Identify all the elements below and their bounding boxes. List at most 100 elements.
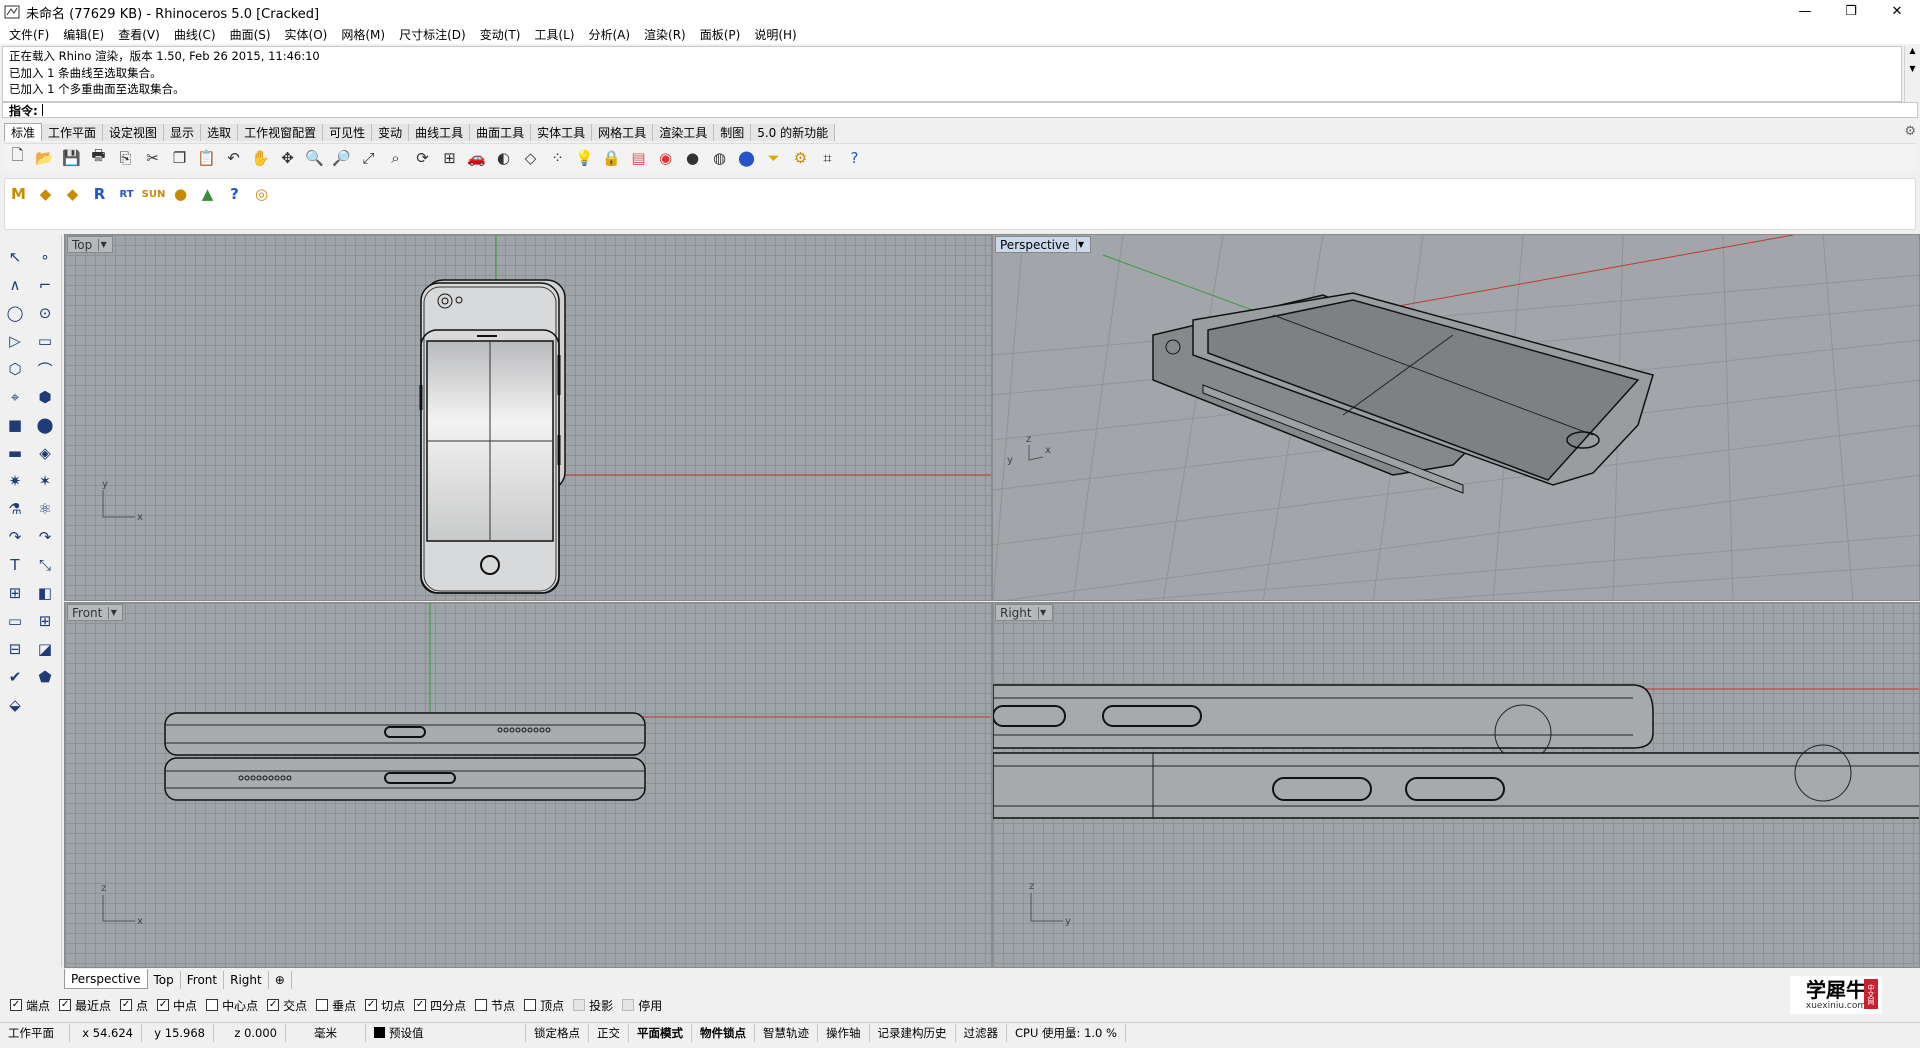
- environment-icon[interactable]: ◎: [248, 182, 275, 206]
- osnap-checkbox[interactable]: ✓: [10, 999, 22, 1011]
- viewport-tab[interactable]: Top: [148, 971, 181, 989]
- mesh-icon[interactable]: ⚛: [32, 497, 58, 521]
- osnap-toggle[interactable]: 物件锁点: [692, 1023, 755, 1042]
- viewport-top[interactable]: yx Top ▼: [64, 234, 992, 601]
- osnap-checkbox[interactable]: ✓: [365, 999, 378, 1011]
- zoom-dynamic-icon[interactable]: 🔎: [328, 146, 355, 170]
- menu-item[interactable]: 曲面(S): [223, 26, 278, 43]
- snap-grid-icon[interactable]: ⌗: [814, 146, 841, 170]
- light-bulb-icon[interactable]: 💡: [571, 146, 598, 170]
- analyze-icon[interactable]: ⬟: [32, 665, 58, 689]
- render-sphere-icon[interactable]: ◍: [706, 146, 733, 170]
- material-ball-icon[interactable]: ●: [679, 146, 706, 170]
- align-icon[interactable]: ⊟: [2, 637, 28, 661]
- line-icon[interactable]: ⌐: [32, 273, 58, 297]
- lock-icon[interactable]: 🔒: [598, 146, 625, 170]
- menu-item[interactable]: 编辑(E): [56, 26, 111, 43]
- light-icon[interactable]: ●: [167, 182, 194, 206]
- toolbar-tab[interactable]: 变动: [372, 124, 410, 141]
- material-icon[interactable]: M: [5, 182, 32, 206]
- zoom-window-icon[interactable]: 🔍: [301, 146, 328, 170]
- osnap-option[interactable]: ✓ 点: [120, 997, 148, 1014]
- texture-icon[interactable]: ◆: [32, 182, 59, 206]
- cut-icon[interactable]: ✂: [139, 146, 166, 170]
- car-render-icon[interactable]: 🚗: [463, 146, 490, 170]
- osnap-checkbox[interactable]: [573, 999, 586, 1011]
- check-icon[interactable]: ✔: [2, 665, 28, 689]
- viewport-tab[interactable]: Perspective: [64, 969, 148, 989]
- menu-item[interactable]: 分析(A): [581, 26, 637, 43]
- osnap-checkbox[interactable]: ✓: [414, 999, 427, 1011]
- scale-icon[interactable]: ⤡: [32, 553, 58, 577]
- point-icon[interactable]: ∘: [32, 245, 58, 269]
- rhino-render-icon[interactable]: R: [86, 182, 113, 206]
- extrude-icon[interactable]: ◈: [32, 441, 58, 465]
- fillet-icon[interactable]: ⚗: [2, 497, 28, 521]
- dimension-icon[interactable]: ▭: [2, 609, 28, 633]
- menu-item[interactable]: 网格(M): [334, 26, 392, 43]
- rotate-view-icon[interactable]: ⟳: [409, 146, 436, 170]
- cylinder-icon[interactable]: ▬: [2, 441, 28, 465]
- toolbar-tab[interactable]: 工作视窗配置: [238, 124, 324, 141]
- decal-icon[interactable]: ◆: [59, 182, 86, 206]
- add-viewport-tab[interactable]: ⊕: [269, 971, 292, 989]
- osnap-option[interactable]: 停用: [622, 997, 662, 1014]
- osnap-checkbox[interactable]: ✓: [267, 999, 280, 1011]
- open-folder-icon[interactable]: 📂: [31, 146, 58, 170]
- gear-icon[interactable]: ⚙: [1904, 124, 1916, 139]
- toolbar-tab[interactable]: 设定视图: [103, 124, 165, 141]
- osnap-option[interactable]: ✓ 最近点: [59, 997, 111, 1014]
- select-icon[interactable]: ↖: [2, 245, 28, 269]
- viewport-tab[interactable]: Front: [181, 971, 225, 989]
- chevron-down-icon[interactable]: ▼: [108, 606, 118, 619]
- ground-plane-icon[interactable]: ▲: [194, 182, 221, 206]
- toolbar-tab[interactable]: 实体工具: [531, 124, 593, 141]
- menu-item[interactable]: 文件(F): [2, 26, 56, 43]
- wireframe-icon[interactable]: ◇: [517, 146, 544, 170]
- menu-item[interactable]: 查看(V): [111, 26, 167, 43]
- toolbar-tab[interactable]: 曲面工具: [470, 124, 532, 141]
- sphere-icon[interactable]: ⬤: [32, 413, 58, 437]
- osnap-checkbox[interactable]: ✓: [59, 999, 72, 1011]
- osnap-option[interactable]: ✓ 交点: [267, 997, 307, 1014]
- cplane-status[interactable]: 工作平面: [0, 1023, 70, 1042]
- osnap-checkbox[interactable]: [622, 999, 635, 1011]
- polygon-icon[interactable]: ⬡: [2, 357, 28, 381]
- new-file-icon[interactable]: 🗋: [4, 146, 31, 170]
- osnap-option[interactable]: ✓ 切点: [365, 997, 405, 1014]
- osnap-option[interactable]: 节点: [475, 997, 515, 1014]
- osnap-checkbox[interactable]: [316, 999, 329, 1011]
- planar-toggle[interactable]: 平面模式: [629, 1023, 692, 1042]
- layer-status[interactable]: 预设值: [366, 1023, 526, 1042]
- toolbar-tab[interactable]: 显示: [164, 124, 202, 141]
- menu-item[interactable]: 尺寸标注(D): [392, 26, 473, 43]
- ellipse-icon[interactable]: ⊙: [32, 301, 58, 325]
- explode-icon[interactable]: ✶: [32, 469, 58, 493]
- zoom-selected-icon[interactable]: ⌕: [382, 146, 409, 170]
- osnap-option[interactable]: 顶点: [524, 997, 564, 1014]
- curve-tools-icon[interactable]: ↷: [2, 525, 28, 549]
- paint-icon[interactable]: ⬙: [2, 693, 28, 717]
- menu-item[interactable]: 渲染(R): [637, 26, 693, 43]
- triangle-icon[interactable]: ▷: [2, 329, 28, 353]
- chevron-down-icon[interactable]: ▼: [98, 238, 108, 251]
- sun-icon[interactable]: SUN: [140, 182, 167, 206]
- chevron-down-icon[interactable]: ▼: [1037, 606, 1048, 619]
- chevron-down-icon[interactable]: ▼: [1075, 238, 1086, 251]
- toolbar-tab[interactable]: 工作平面: [42, 124, 104, 141]
- toolbar-tab[interactable]: 标准: [4, 123, 43, 141]
- menu-item[interactable]: 实体(O): [278, 26, 335, 43]
- osnap-checkbox[interactable]: [206, 999, 219, 1011]
- viewport-right[interactable]: zy Right ▼: [992, 602, 1920, 968]
- gumball-toggle[interactable]: 操作轴: [818, 1023, 870, 1042]
- paste-icon[interactable]: 📋: [193, 146, 220, 170]
- box-icon[interactable]: ■: [2, 413, 28, 437]
- zoom-extents-icon[interactable]: ⤢: [355, 146, 382, 170]
- help-icon[interactable]: ?: [841, 146, 868, 170]
- command-line[interactable]: 指令:: [2, 102, 1918, 118]
- osnap-checkbox[interactable]: ✓: [120, 999, 133, 1011]
- viewport-label-top[interactable]: Top ▼: [67, 236, 114, 253]
- filter-icon[interactable]: ⏷: [760, 146, 787, 170]
- layer-icon[interactable]: ▤: [625, 146, 652, 170]
- viewport-label-right[interactable]: Right ▼: [995, 604, 1053, 621]
